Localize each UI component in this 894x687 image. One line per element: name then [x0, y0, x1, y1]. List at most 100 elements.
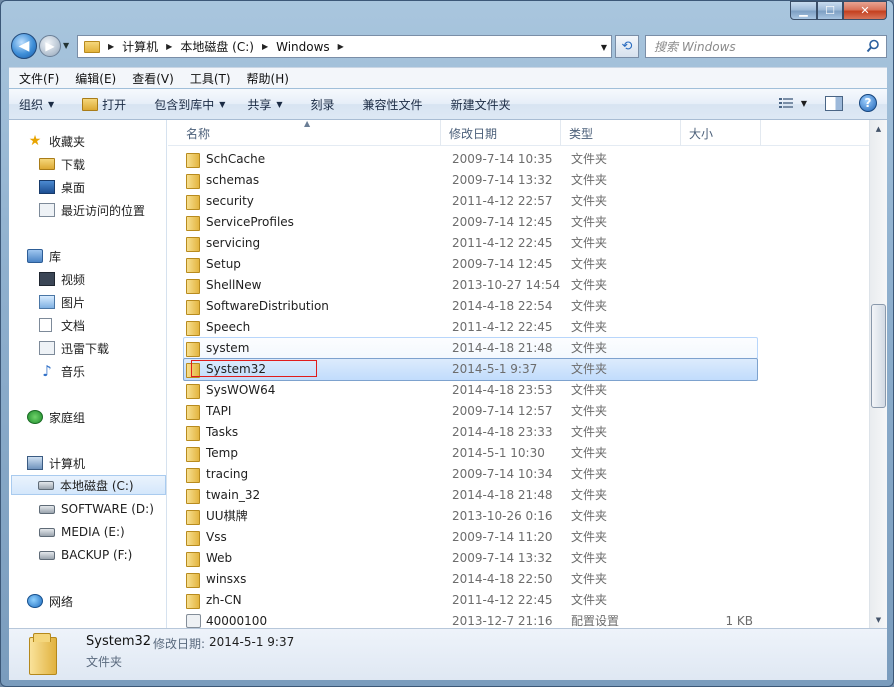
compat-files-button[interactable]: 兼容性文件 [345, 89, 433, 119]
column-type[interactable]: 类型 [561, 120, 681, 146]
breadcrumb-drive-c[interactable]: 本地磁盘 (C:) [180, 38, 254, 55]
menu-help[interactable]: 帮助(H) [239, 70, 297, 87]
file-row[interactable]: UU棋牌 2013-10-26 0:16 文件夹 [168, 505, 869, 526]
folder-icon [186, 383, 201, 399]
file-row[interactable]: schemas 2009-7-14 13:32 文件夹 [168, 169, 869, 190]
preview-pane-icon[interactable] [825, 95, 843, 111]
file-type: 文件夹 [571, 509, 608, 523]
nav-pictures[interactable]: 图片 [39, 292, 165, 312]
address-bar[interactable]: ▶ 计算机 ▶ 本地磁盘 (C:) ▶ Windows ▶ ▼ [77, 35, 612, 58]
nav-thunder-downloads[interactable]: 迅雷下载 [39, 338, 165, 358]
vertical-scrollbar[interactable]: ▲ ▼ [869, 120, 887, 628]
nav-videos[interactable]: 视频 [39, 269, 165, 289]
column-name[interactable]: ▲ 名称 [168, 120, 441, 146]
nav-documents[interactable]: 文档 [39, 315, 165, 335]
nav-homegroup[interactable]: 家庭组 [27, 407, 165, 427]
file-name-cell: TAPI [168, 404, 441, 420]
file-name-cell: Setup [168, 257, 441, 273]
search-input[interactable] [654, 39, 854, 54]
organize-button[interactable]: 组织 ▼ [9, 89, 64, 119]
back-button[interactable]: ◀ [11, 33, 37, 59]
search-box[interactable] [645, 35, 887, 58]
file-row[interactable]: 40000100 2013-12-7 21:16 配置设置 1 KB [168, 610, 869, 628]
chevron-right-icon[interactable]: ▶ [338, 42, 344, 51]
open-button[interactable]: 打开 [64, 89, 136, 119]
view-details-icon[interactable] [778, 97, 795, 110]
help-icon[interactable]: ? [859, 94, 877, 112]
file-row[interactable]: Temp 2014-5-1 10:30 文件夹 [168, 442, 869, 463]
file-row[interactable]: SchCache 2009-7-14 10:35 文件夹 [168, 148, 869, 169]
nav-drive-e[interactable]: MEDIA (E:) [39, 522, 165, 542]
file-row[interactable]: ShellNew 2013-10-27 14:54 文件夹 [168, 274, 869, 295]
share-button[interactable]: 共享 ▼ [235, 89, 292, 119]
file-row[interactable]: ServiceProfiles 2009-7-14 12:45 文件夹 [168, 211, 869, 232]
include-in-library-button[interactable]: 包含到库中 ▼ [136, 89, 235, 119]
chevron-right-icon[interactable]: ▶ [262, 42, 268, 51]
menu-view[interactable]: 查看(V) [124, 70, 182, 87]
file-name-cell: schemas [168, 173, 441, 189]
breadcrumb-computer[interactable]: 计算机 [122, 38, 158, 55]
scroll-thumb[interactable] [871, 304, 886, 408]
file-row[interactable]: SoftwareDistribution 2014-4-18 22:54 文件夹 [168, 295, 869, 316]
file-row[interactable]: Setup 2009-7-14 12:45 文件夹 [168, 253, 869, 274]
scroll-up-button[interactable]: ▲ [870, 120, 887, 137]
menu-edit[interactable]: 编辑(E) [67, 70, 124, 87]
nav-computer[interactable]: 计算机 [27, 453, 165, 473]
nav-drive-c[interactable]: 本地磁盘 (C:) [11, 475, 166, 495]
nav-music[interactable]: ♪ 音乐 [39, 361, 165, 381]
file-row[interactable]: SysWOW64 2014-4-18 23:53 文件夹 [168, 379, 869, 400]
nav-libraries[interactable]: 库 [27, 246, 165, 266]
forward-button[interactable]: ▶ [39, 35, 61, 57]
file-row[interactable]: Speech 2011-4-12 22:45 文件夹 [168, 316, 869, 337]
file-row[interactable]: tracing 2009-7-14 10:34 文件夹 [168, 463, 869, 484]
nav-downloads[interactable]: 下载 [39, 154, 165, 174]
file-date: 2011-4-12 22:45 [452, 319, 553, 334]
file-row[interactable]: Tasks 2014-4-18 23:33 文件夹 [168, 421, 869, 442]
file-row[interactable]: servicing 2011-4-12 22:45 文件夹 [168, 232, 869, 253]
folder-icon [186, 362, 201, 378]
file-row[interactable]: TAPI 2009-7-14 12:57 文件夹 [168, 400, 869, 421]
nav-desktop[interactable]: 桌面 [39, 177, 165, 197]
burn-button[interactable]: 刻录 [293, 89, 345, 119]
file-date: 2014-4-18 22:50 [452, 571, 553, 586]
file-row[interactable]: System32 2014-5-1 9:37 文件夹 [168, 358, 869, 381]
file-type: 文件夹 [571, 320, 608, 334]
video-icon [39, 272, 55, 286]
refresh-button[interactable]: ⟲ [615, 35, 639, 58]
file-name-cell: twain_32 [168, 488, 441, 504]
file-name-cell: 40000100 [168, 613, 441, 628]
file-row[interactable]: security 2011-4-12 22:57 文件夹 [168, 190, 869, 211]
scroll-down-button[interactable]: ▼ [870, 611, 887, 628]
nav-drive-d[interactable]: SOFTWARE (D:) [39, 499, 165, 519]
maximize-button[interactable]: ☐ [817, 1, 843, 20]
minimize-button[interactable]: ▁ [790, 1, 817, 20]
menu-file[interactable]: 文件(F) [11, 70, 67, 87]
history-dropdown[interactable]: ▼ [63, 41, 69, 50]
chevron-right-icon[interactable]: ▶ [108, 42, 114, 51]
column-size[interactable]: 大小 [681, 120, 761, 146]
close-button[interactable]: ✕ [843, 1, 887, 20]
nav-favorites[interactable]: ★ 收藏夹 [27, 131, 165, 151]
file-row[interactable]: twain_32 2014-4-18 21:48 文件夹 [168, 484, 869, 505]
chevron-right-icon[interactable]: ▶ [166, 42, 172, 51]
file-name-cell: Tasks [168, 424, 441, 441]
file-row[interactable]: winsxs 2014-4-18 22:50 文件夹 [168, 568, 869, 589]
drive-icon [39, 527, 55, 537]
nav-recent-places[interactable]: 最近访问的位置 [39, 200, 165, 220]
file-row[interactable]: system 2014-4-18 21:48 文件夹 [168, 337, 869, 359]
file-row[interactable]: zh-CN 2011-4-12 22:45 文件夹 [168, 589, 869, 610]
view-caret-down-icon[interactable]: ▼ [801, 99, 807, 108]
column-date[interactable]: 修改日期 [441, 120, 561, 146]
nav-network[interactable]: 网络 [27, 591, 165, 611]
search-icon[interactable] [866, 39, 880, 53]
address-dropdown[interactable]: ▼ [601, 43, 607, 52]
nav-drive-f[interactable]: BACKUP (F:) [39, 545, 165, 565]
new-folder-button[interactable]: 新建文件夹 [433, 89, 521, 119]
file-row[interactable]: Web 2009-7-14 13:32 文件夹 [168, 547, 869, 568]
file-name: Tasks [206, 424, 239, 439]
file-row[interactable]: Vss 2009-7-14 11:20 文件夹 [168, 526, 869, 547]
breadcrumb-windows[interactable]: Windows [276, 40, 330, 54]
command-bar-right: ▼ ? [778, 94, 877, 112]
address-row: ◀ ▶ ▼ ▶ 计算机 ▶ 本地磁盘 (C:) ▶ Windows ▶ ▼ ⟲ [9, 31, 887, 63]
menu-tools[interactable]: 工具(T) [182, 70, 239, 87]
